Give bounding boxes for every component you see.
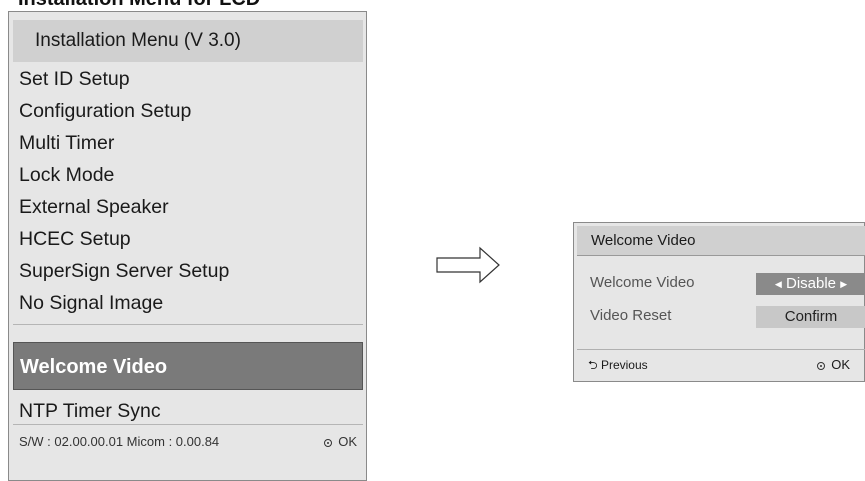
dialog-ok-button[interactable]: OK: [817, 355, 850, 375]
welcome-video-selector[interactable]: ◀ Disable ▶: [756, 273, 865, 295]
video-reset-label: Video Reset: [590, 307, 672, 324]
menu-item-supersign-server-setup[interactable]: SuperSign Server Setup: [19, 256, 229, 286]
ok-dot-icon: [817, 361, 826, 370]
menu-item-multi-timer[interactable]: Multi Timer: [19, 128, 114, 158]
menu-footer: S/W : 02.00.00.01 Micom : 0.00.84 OK: [19, 432, 357, 452]
dialog-divider: [577, 349, 865, 350]
menu-item-lock-mode[interactable]: Lock Mode: [19, 160, 114, 190]
previous-button[interactable]: ⮌ Previous: [588, 358, 648, 372]
page-heading: Installation Menu for LCD: [18, 0, 260, 11]
welcome-video-value: Disable: [785, 275, 837, 292]
menu-item-external-speaker[interactable]: External Speaker: [19, 192, 169, 222]
left-arrow-icon[interactable]: ◀: [775, 279, 782, 289]
dialog-title: Welcome Video: [577, 226, 865, 256]
menu-item-hcec-setup[interactable]: HCEC Setup: [19, 224, 131, 254]
welcome-video-label: Welcome Video: [590, 274, 695, 291]
welcome-video-dialog: Welcome Video Welcome Video ◀ Disable ▶ …: [573, 222, 865, 382]
version-info: S/W : 02.00.00.01 Micom : 0.00.84: [19, 434, 220, 449]
menu-divider: [13, 324, 363, 325]
menu-item-configuration-setup[interactable]: Configuration Setup: [19, 96, 191, 126]
ok-label: OK: [338, 434, 357, 449]
menu-item-no-signal-image[interactable]: No Signal Image: [19, 288, 163, 318]
dialog-ok-label: OK: [831, 357, 850, 372]
dialog-footer: ⮌ Previous OK: [588, 355, 858, 375]
right-arrow-icon[interactable]: ▶: [840, 279, 847, 289]
ok-button[interactable]: OK: [324, 432, 357, 452]
menu-item-ntp-timer-sync[interactable]: NTP Timer Sync: [19, 396, 161, 426]
previous-label: Previous: [600, 358, 648, 372]
confirm-button[interactable]: Confirm: [756, 306, 865, 328]
menu-item-welcome-video[interactable]: Welcome Video: [13, 342, 363, 390]
menu-title: Installation Menu (V 3.0): [13, 20, 363, 62]
right-arrow-icon: [436, 245, 502, 290]
installation-menu-panel: Installation Menu (V 3.0) Set ID Setup C…: [8, 11, 367, 481]
ok-dot-icon: [324, 438, 333, 447]
menu-divider: [13, 424, 363, 425]
back-icon: ⮌: [588, 358, 598, 372]
menu-item-set-id-setup[interactable]: Set ID Setup: [19, 64, 130, 94]
